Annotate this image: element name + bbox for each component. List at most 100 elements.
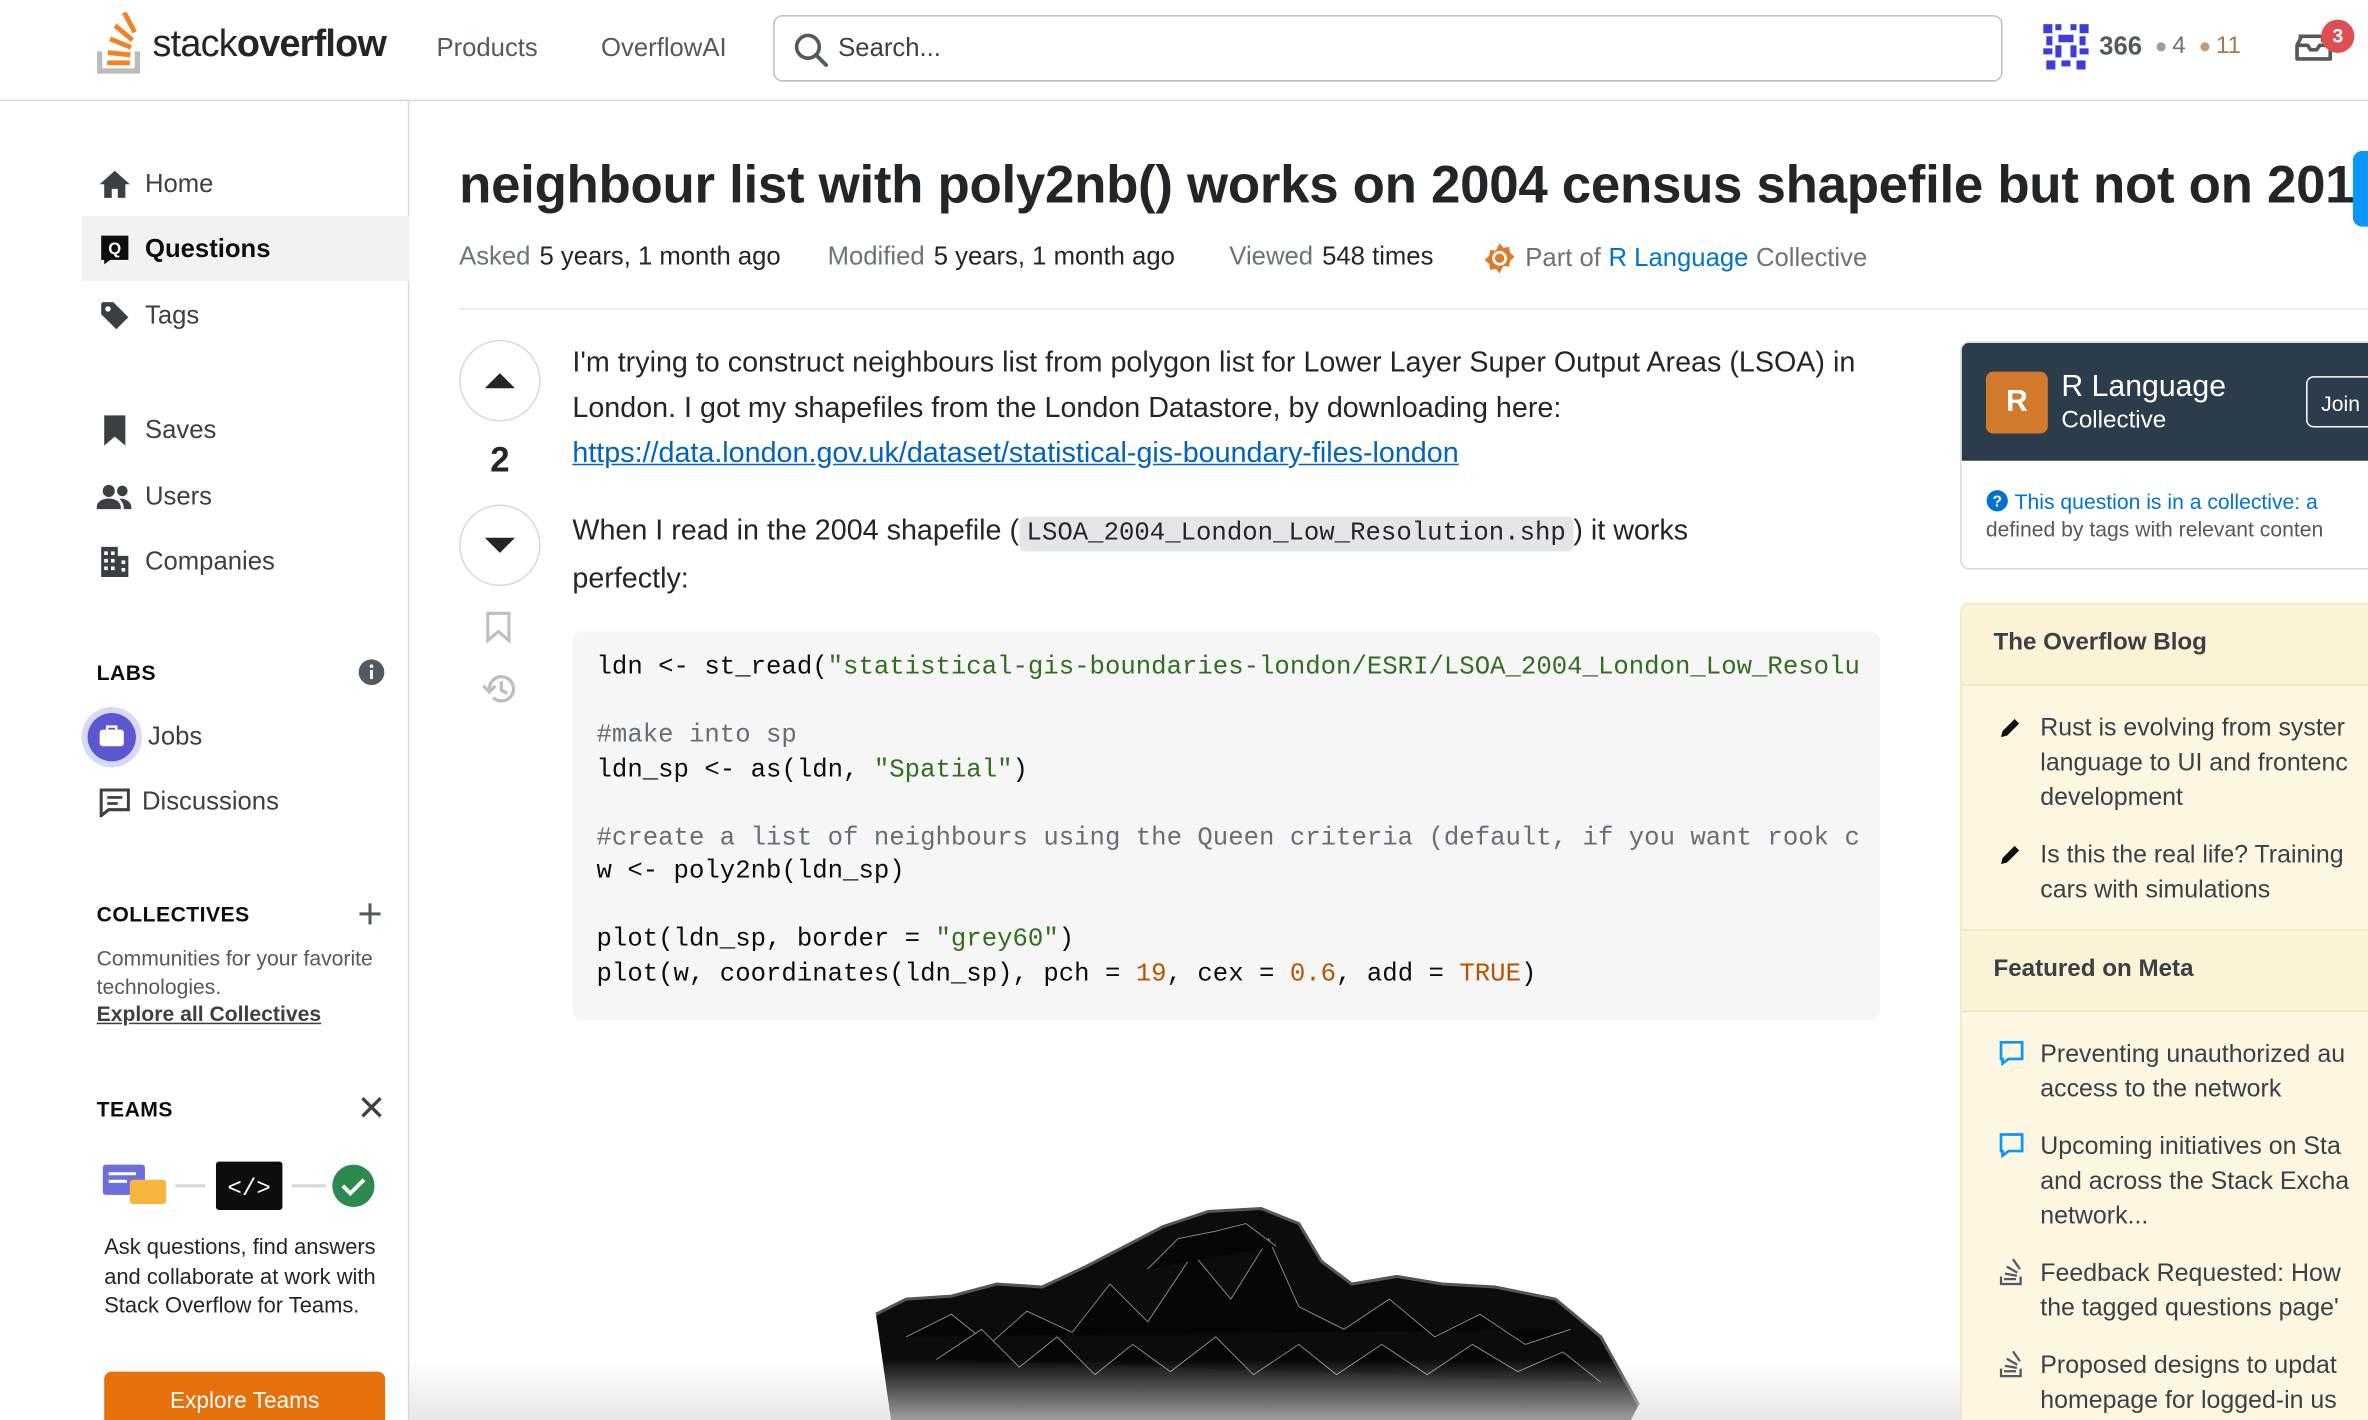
building-icon <box>97 545 133 578</box>
search-icon <box>794 33 829 67</box>
questions-icon: Q <box>97 232 133 265</box>
search-box[interactable] <box>773 15 2003 82</box>
viewed-label: Viewed <box>1229 241 1314 271</box>
sidebar-item-questions[interactable]: Q Questions <box>81 216 410 281</box>
sidebar-item-tags[interactable]: Tags <box>82 282 410 347</box>
left-sidebar: Home Q Questions Tags Saves Users Compan… <box>0 101 410 1420</box>
code-block[interactable]: ldn <- st_read("statistical-gis-boundari… <box>572 631 1881 1020</box>
collective-prefix: Part of <box>1525 243 1601 272</box>
sidebar-item-companies[interactable]: Companies <box>82 529 410 594</box>
title-divider <box>459 308 2368 310</box>
collective-info: ? This question is in a collective: a de… <box>1986 488 2368 542</box>
vote-count: 2 <box>490 439 510 479</box>
asked-value: 5 years, 1 month ago <box>539 241 781 271</box>
sidebar-item-jobs[interactable]: Jobs <box>81 704 410 769</box>
downvote-button[interactable] <box>459 504 541 587</box>
sidebar-item-users[interactable]: Users <box>82 464 410 529</box>
nav-overflowai[interactable]: OverflowAI <box>601 33 727 63</box>
collective-icon <box>1484 243 1515 274</box>
collectives-description: Communities for your favorite technologi… <box>96 945 373 999</box>
upvote-button[interactable] <box>459 339 541 422</box>
meta-item[interactable]: Preventing unauthorized au access to the… <box>2040 1038 2368 1107</box>
history-icon[interactable] <box>480 671 519 707</box>
labs-heading: LABS <box>96 660 157 685</box>
ask-question-button[interactable] <box>2352 151 2368 227</box>
modified-value: 5 years, 1 month ago <box>933 241 1175 271</box>
arrow-down-icon <box>484 537 515 553</box>
logo-text: stackoverflow <box>152 21 387 65</box>
tag-icon <box>97 298 133 331</box>
teams-heading: TEAMS <box>96 1096 173 1121</box>
users-icon <box>96 481 133 511</box>
sidebar-item-label: Tags <box>144 299 200 329</box>
modified-meta: Modified 5 years, 1 month ago <box>828 242 1175 272</box>
user-card[interactable]: 366 4 11 <box>2040 21 2241 73</box>
svg-text:Q: Q <box>108 238 121 257</box>
sidebar-item-discussions[interactable]: Discussions <box>82 769 410 834</box>
bookmark-icon <box>97 413 133 446</box>
top-bar: stackoverflow Products OverflowAI 366 <box>0 0 2368 102</box>
viewed-meta: Viewed 548 times <box>1229 242 1433 272</box>
collective-card-name[interactable]: R Language <box>2061 370 2226 405</box>
home-icon <box>97 168 133 198</box>
plus-icon[interactable] <box>358 902 382 926</box>
stackoverflow-logo-icon <box>97 12 141 74</box>
avatar <box>2040 21 2092 73</box>
close-icon[interactable] <box>361 1097 382 1118</box>
nav-products[interactable]: Products <box>436 33 537 63</box>
collectives-heading: COLLECTIVES <box>96 901 250 926</box>
collective-card: R R Language Collective Join ? This ques… <box>1960 341 2368 570</box>
silver-badge-icon <box>2157 42 2167 52</box>
r-logo: R <box>1985 371 2048 434</box>
sidebar-item-label: Saves <box>144 414 217 444</box>
stack-logo-icon <box>1999 1350 2022 1378</box>
reputation-count: 366 <box>2099 31 2143 61</box>
briefcase-icon <box>81 706 142 767</box>
blog-heading: The Overflow Blog <box>1961 604 2368 686</box>
asked-label: Asked <box>459 241 531 271</box>
sidebar-item-saves[interactable]: Saves <box>82 397 410 462</box>
arrow-up-icon <box>484 373 515 389</box>
meta-item[interactable]: Proposed designs to updat homepage for l… <box>2040 1349 2368 1418</box>
sidebar-item-label: Discussions <box>141 786 279 815</box>
meta-item[interactable]: Upcoming initiatives on Sta and across t… <box>2040 1130 2368 1234</box>
datastore-link[interactable]: https://data.london.gov.uk/dataset/stati… <box>572 438 1458 470</box>
teams-description: Ask questions, find answers and collabor… <box>104 1235 376 1319</box>
modified-label: Modified <box>827 241 925 271</box>
explore-teams-button[interactable]: Explore Teams <box>104 1371 386 1420</box>
collective-card-sub: Collective <box>2061 407 2167 434</box>
question-title[interactable]: neighbour list with poly2nb() works on 2… <box>459 156 2368 216</box>
overflow-blog-widget: The Overflow Blog Rust is evolving from … <box>1960 602 2368 1420</box>
info-icon[interactable] <box>358 659 385 686</box>
search-input[interactable] <box>838 28 1956 68</box>
meta-heading: Featured on Meta <box>1961 929 2368 1013</box>
collective-info-text: defined by tags with relevant conten <box>1985 516 2324 541</box>
silver-badge-count: 4 <box>2172 33 2186 59</box>
sidebar-item-label: Questions <box>144 233 271 263</box>
blog-item[interactable]: Is this the real life? Training cars wit… <box>2040 838 2368 907</box>
sidebar-item-home[interactable]: Home <box>82 151 410 216</box>
bookmark-icon[interactable] <box>483 610 513 644</box>
bottom-shadow <box>409 1359 1965 1420</box>
pencil-icon <box>2001 845 2020 865</box>
asked-meta: Asked 5 years, 1 month ago <box>459 242 781 272</box>
help-icon: ? <box>1986 490 2008 512</box>
collective-info-link[interactable]: This question is in a collective: a <box>2015 489 2318 513</box>
sidebar-item-label: Jobs <box>147 721 203 751</box>
meta-item[interactable]: Feedback Requested: How the tagged quest… <box>2040 1257 2368 1326</box>
blog-item[interactable]: Rust is evolving from syster language to… <box>2040 711 2368 815</box>
discussion-icon <box>97 786 133 817</box>
join-button[interactable]: Join <box>2306 376 2368 428</box>
collective-link[interactable]: R Language <box>1609 243 1749 273</box>
collective-suffix: Collective <box>1755 243 1868 272</box>
question-paragraph-2: When I read in the 2004 shapefile (LSOA_… <box>572 515 1689 596</box>
stackoverflow-logo[interactable]: stackoverflow <box>95 12 387 75</box>
stack-logo-icon <box>1999 1258 2022 1286</box>
pencil-icon <box>2001 719 2020 738</box>
chat-bubble-icon <box>1999 1133 2024 1159</box>
sidebar-item-label: Users <box>144 481 213 510</box>
explore-collectives-link[interactable]: Explore all Collectives <box>97 1002 321 1026</box>
chat-bubble-icon <box>1999 1040 2024 1067</box>
sidebar-item-label: Home <box>144 168 214 198</box>
inline-code: LSOA_2004_London_Low_Resolution.shp <box>1019 516 1574 552</box>
